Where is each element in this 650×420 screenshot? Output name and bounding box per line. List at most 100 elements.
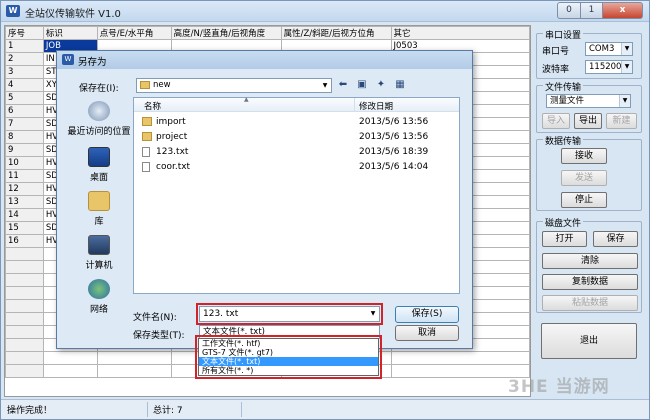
file-list-item[interactable]: coor.txt 2013/5/6 14:04	[134, 160, 459, 174]
row-number[interactable]	[5, 325, 44, 339]
row-number[interactable]	[5, 260, 44, 274]
dialog-toolbar: ⬅ ▣ ✦ ▦	[336, 79, 407, 90]
row-number[interactable]	[5, 299, 44, 313]
filetype-option[interactable]: 所有文件(*. *)	[199, 366, 378, 375]
filetype-option[interactable]: 文本文件(*. txt)	[199, 357, 378, 366]
row-number[interactable]	[5, 312, 44, 326]
filetype-option[interactable]: 工作文件(*. htf)	[199, 339, 378, 348]
file-list-header: 名称 ▲ 修改日期	[134, 96, 459, 112]
close-button[interactable]: x	[603, 2, 643, 19]
row-number[interactable]	[5, 273, 44, 287]
row-number[interactable]: 2	[5, 52, 44, 66]
row-number[interactable]: 8	[5, 130, 44, 144]
up-folder-icon[interactable]: ▣	[355, 79, 369, 90]
row-number[interactable]: 12	[5, 182, 44, 196]
stop-button[interactable]: 停止	[561, 192, 607, 208]
row-number[interactable]: 4	[5, 78, 44, 92]
file-list-item[interactable]: import 2013/5/6 13:56	[134, 115, 459, 129]
status-message: 操作完成！	[7, 406, 53, 416]
row-number[interactable]: 9	[5, 143, 44, 157]
place-library[interactable]: 库	[65, 191, 133, 227]
col-header-no[interactable]: 序号	[5, 26, 44, 40]
network-icon	[88, 279, 110, 299]
receive-button[interactable]: 接收	[561, 148, 607, 164]
baud-select[interactable]: 115200 ▼	[585, 60, 633, 74]
app-logo-icon: W	[62, 54, 74, 65]
export-button[interactable]: 导出	[574, 113, 602, 129]
row-number[interactable]	[5, 247, 44, 261]
row-number[interactable]: 1	[5, 39, 44, 53]
minimize-button[interactable]: 0	[557, 2, 581, 19]
file-modified-date: 2013/5/6 14:04	[359, 162, 429, 172]
window-title: 全站仪传输软件 V1.0	[25, 9, 121, 20]
place-computer[interactable]: 计算机	[65, 235, 133, 271]
col-header-name[interactable]: 名称	[144, 100, 161, 112]
filetype-option[interactable]: GTS-7 文件(*. gt7)	[199, 348, 378, 357]
file-transfer-group: 文件传输 测量文件 ▼ 导入 导出 新建	[536, 80, 642, 133]
row-number[interactable]: 7	[5, 117, 44, 131]
row-number[interactable]: 3	[5, 65, 44, 79]
row-number[interactable]: 11	[5, 169, 44, 183]
cancel-button[interactable]: 取消	[395, 325, 459, 341]
place-network[interactable]: 网络	[65, 279, 133, 315]
row-number[interactable]	[5, 351, 44, 365]
clear-button[interactable]: 清除	[542, 253, 638, 269]
col-header-other[interactable]: 其它	[390, 26, 530, 40]
open-button[interactable]: 打开	[542, 231, 587, 247]
cell-point[interactable]	[96, 364, 172, 378]
row-number[interactable]: 6	[5, 104, 44, 118]
column-divider[interactable]	[354, 98, 355, 112]
baud-value: 115200	[589, 62, 622, 72]
row-number[interactable]: 10	[5, 156, 44, 170]
paste-data-button[interactable]: 粘贴数据	[542, 295, 638, 311]
send-button[interactable]: 发送	[561, 170, 607, 186]
filetype-select[interactable]: 文本文件(*. txt)	[199, 325, 380, 339]
row-number[interactable]: 13	[5, 195, 44, 209]
maximize-button[interactable]: 1	[581, 2, 603, 19]
row-number[interactable]	[5, 364, 44, 378]
place-label: 网络	[89, 305, 108, 315]
exit-button[interactable]: 退出	[541, 323, 637, 359]
copy-data-button[interactable]: 复制数据	[542, 274, 638, 290]
import-button[interactable]: 导入	[542, 113, 570, 129]
cell-id[interactable]	[42, 364, 98, 378]
place-recent[interactable]: 最近访问的位置	[65, 101, 133, 137]
filename-input[interactable]: 123. txt ▼	[196, 303, 383, 325]
file-name: 123.txt	[156, 147, 189, 157]
row-number[interactable]: 14	[5, 208, 44, 222]
file-name: project	[156, 132, 188, 142]
row-number[interactable]	[5, 338, 44, 352]
col-header-id[interactable]: 标识	[42, 26, 98, 40]
col-header-height[interactable]: 高度/N/竖直角/后视角度	[170, 26, 282, 40]
filetype-label: 保存类型(T):	[133, 331, 185, 341]
cell-id[interactable]	[42, 351, 98, 365]
port-value: COM3	[589, 44, 615, 54]
new-folder-icon[interactable]: ✦	[374, 79, 388, 90]
save-in-select[interactable]: new ▼	[136, 78, 332, 93]
save-file-button[interactable]: 保存	[593, 231, 638, 247]
row-number[interactable]: 5	[5, 91, 44, 105]
view-menu-icon[interactable]: ▦	[393, 79, 407, 90]
new-button[interactable]: 新建	[606, 113, 637, 129]
chevron-down-icon: ▼	[621, 61, 632, 73]
save-button[interactable]: 保存(S)	[395, 306, 459, 323]
row-number[interactable]: 15	[5, 221, 44, 235]
place-label: 桌面	[89, 173, 108, 183]
file-list-item[interactable]: project 2013/5/6 13:56	[134, 130, 459, 144]
file-modified-date: 2013/5/6 13:56	[359, 117, 429, 127]
row-number[interactable]: 16	[5, 234, 44, 248]
port-select[interactable]: COM3 ▼	[585, 42, 633, 56]
row-number[interactable]	[5, 286, 44, 300]
cell-point[interactable]	[96, 351, 172, 365]
place-desktop[interactable]: 桌面	[65, 147, 133, 183]
file-list-item[interactable]: 123.txt 2013/5/6 18:39	[134, 145, 459, 159]
file-type-select[interactable]: 测量文件 ▼	[546, 94, 631, 108]
cell-other[interactable]	[390, 351, 530, 365]
col-header-point[interactable]: 点号/E/水平角	[96, 26, 172, 40]
back-icon[interactable]: ⬅	[336, 79, 350, 90]
col-header-attr[interactable]: 属性/Z/斜距/后视方位角	[280, 26, 392, 40]
data-transfer-group: 数据传输 接收 发送 停止	[536, 134, 642, 211]
col-header-modified[interactable]: 修改日期	[359, 100, 393, 112]
filetype-dropdown-list[interactable]: 工作文件(*. htf) GTS-7 文件(*. gt7) 文本文件(*. txt)…	[195, 335, 382, 379]
file-list[interactable]: 名称 ▲ 修改日期 import 2013/5/6 13:56 project 201…	[133, 96, 460, 294]
